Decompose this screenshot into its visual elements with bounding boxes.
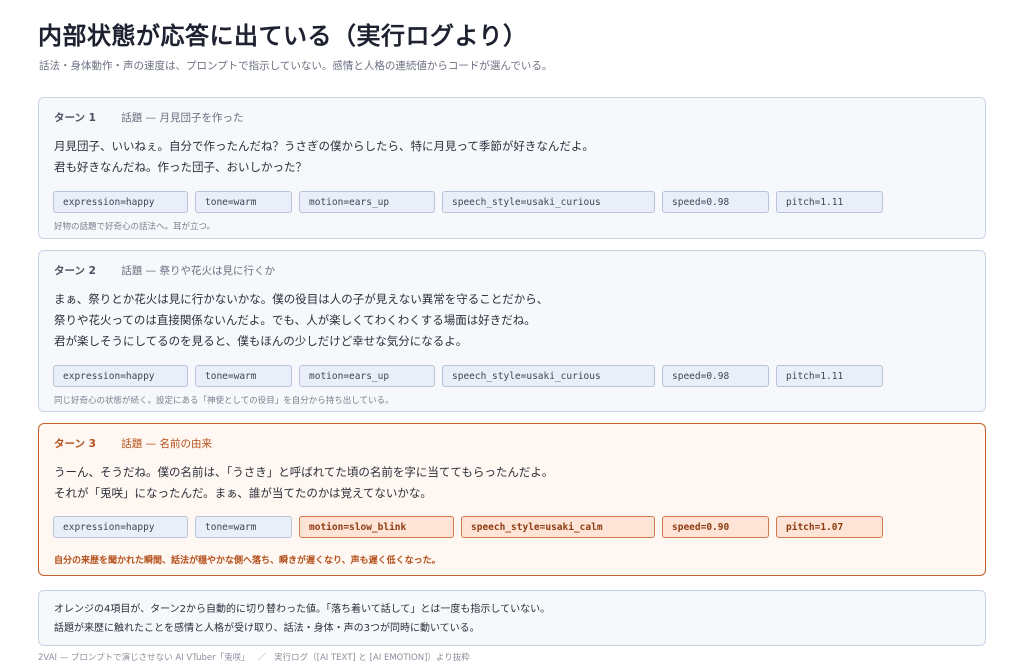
- state-tag-changed: speed=0.90: [662, 516, 769, 538]
- state-tag: speed=0.98: [662, 365, 769, 387]
- state-tag-changed: pitch=1.07: [776, 516, 883, 538]
- page-title: 内部状態が応答に出ている（実行ログより）: [38, 22, 528, 50]
- turn-dialogue: うーん、そうだね。僕の名前は、「うさき」と呼ばれてた頃の名前を字に当ててもらった…: [54, 462, 553, 504]
- state-tags: expression=happy tone=warm motion=slow_b…: [53, 516, 883, 538]
- state-tag: pitch=1.11: [776, 365, 883, 387]
- turn-topic: 話題 — 月見団子を作った: [121, 112, 244, 124]
- footer-excerpt: 実行ログ（[AI TEXT] と [AI EMOTION]）より抜粋: [274, 653, 470, 663]
- dialogue-line: うーん、そうだね。僕の名前は、「うさき」と呼ばれてた頃の名前を字に当ててもらった…: [54, 465, 554, 479]
- turn-note: 好物の話題で好奇心の話法へ。耳が立つ。: [54, 222, 216, 232]
- state-tag-changed: motion=slow_blink: [299, 516, 454, 538]
- turn-note: 同じ好奇心の状態が続く。設定にある「神使としての役目」を自分から持ち出している。: [54, 396, 394, 406]
- state-tag: tone=warm: [195, 365, 292, 387]
- dialogue-line: 君が楽しそうにしてるのを見ると、僕もほんの少しだけど幸せな気分になるよ。: [54, 334, 468, 348]
- turn-note: 自分の来歴を聞かれた瞬間、話法が穏やかな側へ落ち、瞬きが遅くなり、声も遅く低くな…: [54, 556, 441, 566]
- turn-dialogue: まぁ、祭りとか花火は見に行かないかな。僕の役目は人の子が見えない異常を守ることだ…: [54, 289, 548, 352]
- state-tags: expression=happy tone=warm motion=ears_u…: [53, 365, 883, 387]
- dialogue-line: 月見団子、いいねぇ。自分で作ったんだね？うさぎの僕からしたら、特に月見って季節が…: [54, 139, 594, 153]
- state-tag: speech_style=usaki_curious: [442, 365, 655, 387]
- state-tag-changed: speech_style=usaki_calm: [461, 516, 655, 538]
- turn-card-3: ターン 3 話題 — 名前の由来 うーん、そうだね。僕の名前は、「うさき」と呼ば…: [38, 423, 986, 576]
- state-tag: pitch=1.11: [776, 191, 883, 213]
- state-tag: expression=happy: [53, 516, 188, 538]
- footer: 2VAI — プロンプトで演じさせない AI VTuber「兎咲」 ／ 実行ログ（[…: [38, 651, 470, 663]
- turn-label: ターン 3: [54, 438, 96, 450]
- state-tag: speech_style=usaki_curious: [442, 191, 655, 213]
- turn-card-2: ターン 2 話題 — 祭りや花火は見に行くか まぁ、祭りとか花火は見に行かないか…: [38, 250, 986, 412]
- state-tag: motion=ears_up: [299, 191, 435, 213]
- state-tag: tone=warm: [195, 191, 292, 213]
- turn-header: ターン 1 話題 — 月見団子を作った: [54, 110, 243, 125]
- dialogue-line: 君も好きなんだね。作った団子、おいしかった？: [54, 160, 307, 174]
- turn-header: ターン 2 話題 — 祭りや花火は見に行くか: [54, 263, 275, 278]
- page-subtitle: 話法・身体動作・声の速度は、プロンプトで指示していない。感情と人格の連続値からコ…: [39, 60, 553, 72]
- state-tag: motion=ears_up: [299, 365, 435, 387]
- dialogue-line: それが「兎咲」になったんだ。まぁ、誰が当てたのかは覚えてないかな。: [54, 486, 432, 500]
- state-tag: expression=happy: [53, 365, 188, 387]
- footer-separator: ／: [257, 653, 267, 663]
- state-tags: expression=happy tone=warm motion=ears_u…: [53, 191, 883, 213]
- turn-label: ターン 2: [54, 265, 96, 277]
- summary-text: オレンジの4項目が、ターン2から自動的に切り替わった値。「落ち着いて話して」とは…: [54, 600, 550, 638]
- turn-header: ターン 3 話題 — 名前の由来: [54, 436, 212, 451]
- turn-dialogue: 月見団子、いいねぇ。自分で作ったんだね？うさぎの僕からしたら、特に月見って季節が…: [54, 136, 594, 178]
- turn-label: ターン 1: [54, 112, 96, 124]
- summary-box: オレンジの4項目が、ターン2から自動的に切り替わった値。「落ち着いて話して」とは…: [38, 590, 986, 646]
- turn-topic: 話題 — 名前の由来: [121, 438, 212, 450]
- turn-card-1: ターン 1 話題 — 月見団子を作った 月見団子、いいねぇ。自分で作ったんだね？…: [38, 97, 986, 239]
- dialogue-line: まぁ、祭りとか花火は見に行かないかな。僕の役目は人の子が見えない異常を守ることだ…: [54, 292, 549, 306]
- turn-topic: 話題 — 祭りや花火は見に行くか: [121, 265, 275, 277]
- state-tag: speed=0.98: [662, 191, 769, 213]
- dialogue-line: 祭りや花火ってのは直接関係ないんだよ。でも、人が楽しくてわくわくする場面は好きだ…: [54, 313, 536, 327]
- footer-source: 2VAI — プロンプトで演じさせない AI VTuber「兎咲」: [38, 653, 250, 663]
- summary-line: 話題が来歴に触れたことを感情と人格が受け取り、話法・身体・声の3つが同時に動いて…: [54, 623, 480, 634]
- summary-line: オレンジの4項目が、ターン2から自動的に切り替わった値。「落ち着いて話して」とは…: [54, 604, 551, 615]
- state-tag: tone=warm: [195, 516, 292, 538]
- state-tag: expression=happy: [53, 191, 188, 213]
